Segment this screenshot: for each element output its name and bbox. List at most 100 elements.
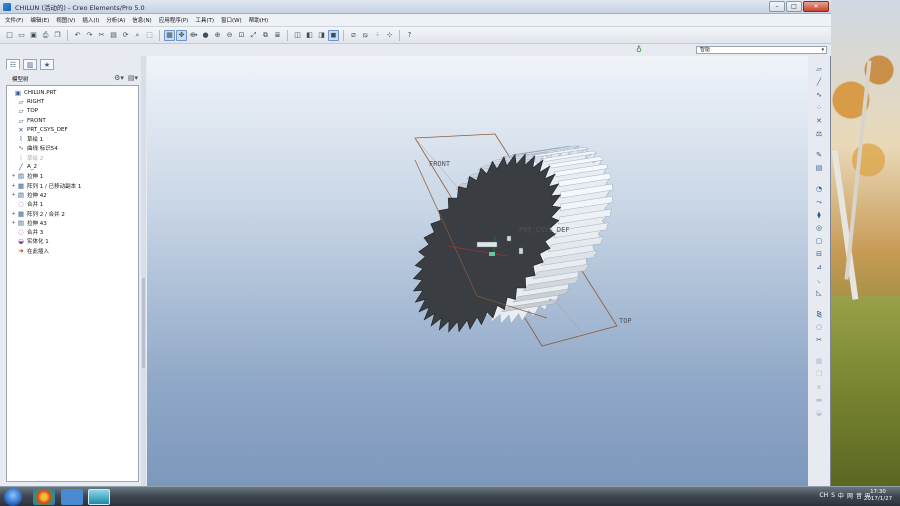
menu-file[interactable]: 文件(F) [5,16,23,24]
expand-toggle-icon[interactable]: + [10,192,17,198]
gear-model-view[interactable]: FRONT TOP PRT_CSYS_DEF [147,56,808,486]
solidify-icon[interactable]: ◒ [813,408,825,419]
menu-tools[interactable]: 工具(T) [195,16,214,24]
refit-icon[interactable]: ⊡ [236,30,247,41]
datum-points-icon[interactable]: ⁘ [372,30,383,41]
tree-item[interactable]: + ▦ 阵列 2 / 合并 2 [7,209,138,218]
repaint-icon[interactable]: ▦ [164,29,175,41]
blend-icon[interactable]: ⧫ [813,210,825,221]
reorient-icon[interactable]: ⤢ [248,30,259,41]
merge-icon[interactable]: ◌ [813,322,825,333]
tree-item[interactable]: ⌇ 草绘 1 [7,134,138,143]
selection-filter-dropdown[interactable]: 智能 ▾ [696,46,827,54]
tree-settings-icon[interactable]: ⚙▾ [114,74,124,82]
find-icon[interactable]: ⌕ [132,30,143,41]
extrude-icon[interactable]: ▤ [813,163,825,174]
tree-item[interactable]: ∿ 曲线 标识54 [7,144,138,153]
tray-icon[interactable]: CH [819,492,828,499]
tab-favorites-icon[interactable]: ★ [40,59,54,70]
tree-item[interactable]: + ▤ 拉伸 1 [7,172,138,181]
zoom-out-icon[interactable]: ⊖ [224,30,235,41]
paste-icon[interactable]: ▤ [108,30,119,41]
point-icon[interactable]: ⁘ [813,103,825,114]
spin-center-icon[interactable]: ✥ [176,29,187,41]
start-button[interactable] [4,488,22,506]
copy-icon[interactable]: ❐ [813,369,825,380]
taskbar-explorer-icon[interactable] [61,489,83,505]
round-icon[interactable]: ◟ [813,275,825,286]
tree-item[interactable]: ➔ 在此插入 [7,246,138,255]
shaded-icon[interactable]: ◼ [328,29,339,41]
close-button[interactable]: ✕ [803,1,829,12]
redo-icon[interactable]: ↷ [84,30,95,41]
tree-item[interactable]: + ▦ 阵列 1 / 已移动副本 1 [7,181,138,190]
sketch-icon[interactable]: ✎ [813,150,825,161]
orient-icon[interactable]: ⟴ [188,30,199,41]
tray-icon[interactable]: S [831,492,835,499]
whats-this-icon[interactable]: ? [404,30,415,41]
tree-item[interactable]: ◌ 合并 1 [7,200,138,209]
hidden-line-icon[interactable]: ◧ [304,30,315,41]
sweep-icon[interactable]: ⤳ [813,197,825,208]
graphics-area[interactable]: FRONT TOP PRT_CSYS_DEF [147,56,808,486]
taskbar-creo-icon[interactable] [88,489,110,505]
tree-item[interactable]: ▱ TOP [7,107,138,116]
mirror-icon[interactable]: ⧎ [813,309,825,320]
open-icon[interactable]: ▭ [16,30,27,41]
maximize-button[interactable]: □ [786,1,802,12]
tree-item[interactable]: + ▤ 拉伸 43 [7,218,138,227]
minimize-button[interactable]: – [769,1,785,12]
hole-icon[interactable]: ◎ [813,223,825,234]
expand-toggle-icon[interactable]: + [10,173,17,179]
analysis-icon[interactable]: ⚖ [813,129,825,140]
regenerate-icon[interactable]: ⟳ [120,30,131,41]
thicken-icon[interactable]: ▬ [813,395,825,406]
wireframe-icon[interactable]: ◫ [292,30,303,41]
menu-info[interactable]: 信息(N) [132,16,151,24]
select-box-icon[interactable]: ⬚ [144,30,155,41]
tray-icon[interactable]: 中 [838,491,844,500]
new-icon[interactable]: □ [4,30,15,41]
csys-icon[interactable]: ⊹ [384,30,395,41]
undo-icon[interactable]: ↶ [72,30,83,41]
tab-folder-browser-icon[interactable]: ▥ [23,59,37,70]
zoom-in-icon[interactable]: ⊕ [212,30,223,41]
draft-icon[interactable]: ⊿ [813,262,825,273]
csys-icon[interactable]: ✕ [813,116,825,127]
menu-applications[interactable]: 应用程序(P) [159,16,189,24]
trim-icon[interactable]: ✂ [813,335,825,346]
taskbar-browser-icon[interactable] [33,489,55,505]
tree-item[interactable]: + ▤ 拉伸 42 [7,190,138,199]
expand-toggle-icon[interactable]: + [10,220,17,226]
datum-axes-icon[interactable]: ⧅ [360,30,371,41]
tree-item[interactable]: ◒ 实体化 1 [7,237,138,246]
tree-item[interactable]: ✕ PRT_CSYS_DEF [7,125,138,134]
cut-icon[interactable]: ✂ [96,30,107,41]
plane-icon[interactable]: ▱ [813,64,825,75]
saved-views-icon[interactable]: ⧉ [260,30,271,41]
offset-icon[interactable]: ⧈ [813,382,825,393]
tree-item[interactable]: ⌇ 草绘 2 [7,153,138,162]
copy-icon[interactable]: ❐ [52,30,63,41]
revolve-icon[interactable]: ◔ [813,184,825,195]
shell-icon[interactable]: ▢ [813,236,825,247]
tray-icon[interactable]: 网 [847,491,853,500]
expand-toggle-icon[interactable]: + [10,211,17,217]
save-icon[interactable]: ▣ [28,30,39,41]
axis-icon[interactable]: ╱ [813,77,825,88]
tree-item[interactable]: ◌ 合并 3 [7,227,138,236]
chamfer-icon[interactable]: ◺ [813,288,825,299]
no-hidden-icon[interactable]: ◨ [316,30,327,41]
panel-splitter[interactable] [141,56,146,486]
print-icon[interactable]: ⎙ [40,30,51,41]
pattern-icon[interactable]: ▦ [813,356,825,367]
menu-insert[interactable]: 插入(I) [82,16,99,24]
tree-item[interactable]: ▣ CHILUN.PRT [7,88,138,97]
tab-model-tree-icon[interactable]: ☷ [6,59,20,70]
menu-window[interactable]: 窗口(W) [221,16,242,24]
expand-toggle-icon[interactable]: + [10,183,17,189]
curve-icon[interactable]: ∿ [813,90,825,101]
splitter-grip[interactable] [142,278,145,368]
rib-icon[interactable]: ⊟ [813,249,825,260]
menu-view[interactable]: 视图(V) [56,16,75,24]
